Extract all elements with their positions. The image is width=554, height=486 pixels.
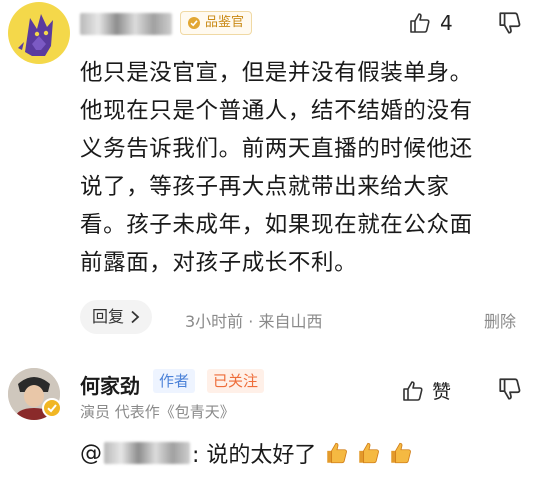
- wolf-avatar-icon: [18, 14, 53, 56]
- reply-text: : 说的太好了: [192, 443, 317, 468]
- reply-button[interactable]: 回复: [80, 300, 153, 334]
- verified-badge-icon: [42, 398, 62, 418]
- badge-label: 品鉴官: [205, 15, 245, 30]
- mentioned-user-redacted[interactable]: [104, 442, 190, 464]
- author-tag: 作者: [153, 369, 196, 393]
- comment-line: 前露面，对孩子成长不利。: [80, 250, 358, 276]
- commenter-avatar[interactable]: [8, 2, 70, 64]
- comment-line: 看。孩子未成年，如果现在就在公众面: [80, 212, 473, 238]
- reply-like-button[interactable]: 赞: [401, 377, 451, 404]
- reply-like-label: 赞: [432, 381, 452, 403]
- thumbs-up-icon: [403, 380, 423, 401]
- thumbs-down-icon: [499, 12, 521, 34]
- delete-button[interactable]: 删除: [484, 308, 516, 332]
- like-count: 4: [440, 11, 453, 35]
- replier-bio: 演员 代表作《包青天》: [80, 403, 235, 421]
- thumbs-down-icon: [499, 378, 521, 400]
- thumbs-up-icon: [410, 13, 430, 33]
- badge-icon: [188, 17, 200, 29]
- comment-body: 他只是没官宣，但是并没有假装单身。 他现在只是个普通人，结不结婚的没有 义务告诉…: [80, 54, 473, 282]
- comment-time-location: 3小时前 · 来自山西: [185, 312, 323, 331]
- taster-badge: 品鉴官: [180, 11, 253, 35]
- follow-status-tag[interactable]: 已关注: [207, 369, 265, 393]
- reply-body: @ : 说的太好了: [80, 437, 414, 469]
- reply-button-label: 回复: [92, 307, 125, 326]
- comment-line: 他现在只是个普通人，结不结婚的没有: [80, 98, 473, 124]
- chevron-right-icon: [131, 310, 140, 324]
- comment-line: 说了，等孩子再大点就带出来给大家: [80, 174, 450, 200]
- thumbs-up-emoji: [359, 442, 380, 464]
- comment-line: 义务告诉我们。前两天直播的时候他还: [80, 136, 473, 162]
- dislike-button[interactable]: [497, 10, 527, 40]
- comment-line: 他只是没官宣，但是并没有假装单身。: [80, 60, 473, 86]
- thumbs-up-emoji: [327, 442, 348, 464]
- mention-at: @: [80, 440, 102, 466]
- commenter-name-redacted: [80, 13, 172, 35]
- reply-dislike-button[interactable]: [497, 376, 527, 406]
- replier-name[interactable]: 何家劲: [80, 370, 140, 399]
- like-button[interactable]: 4: [408, 8, 468, 38]
- thumbs-up-emoji: [391, 442, 412, 464]
